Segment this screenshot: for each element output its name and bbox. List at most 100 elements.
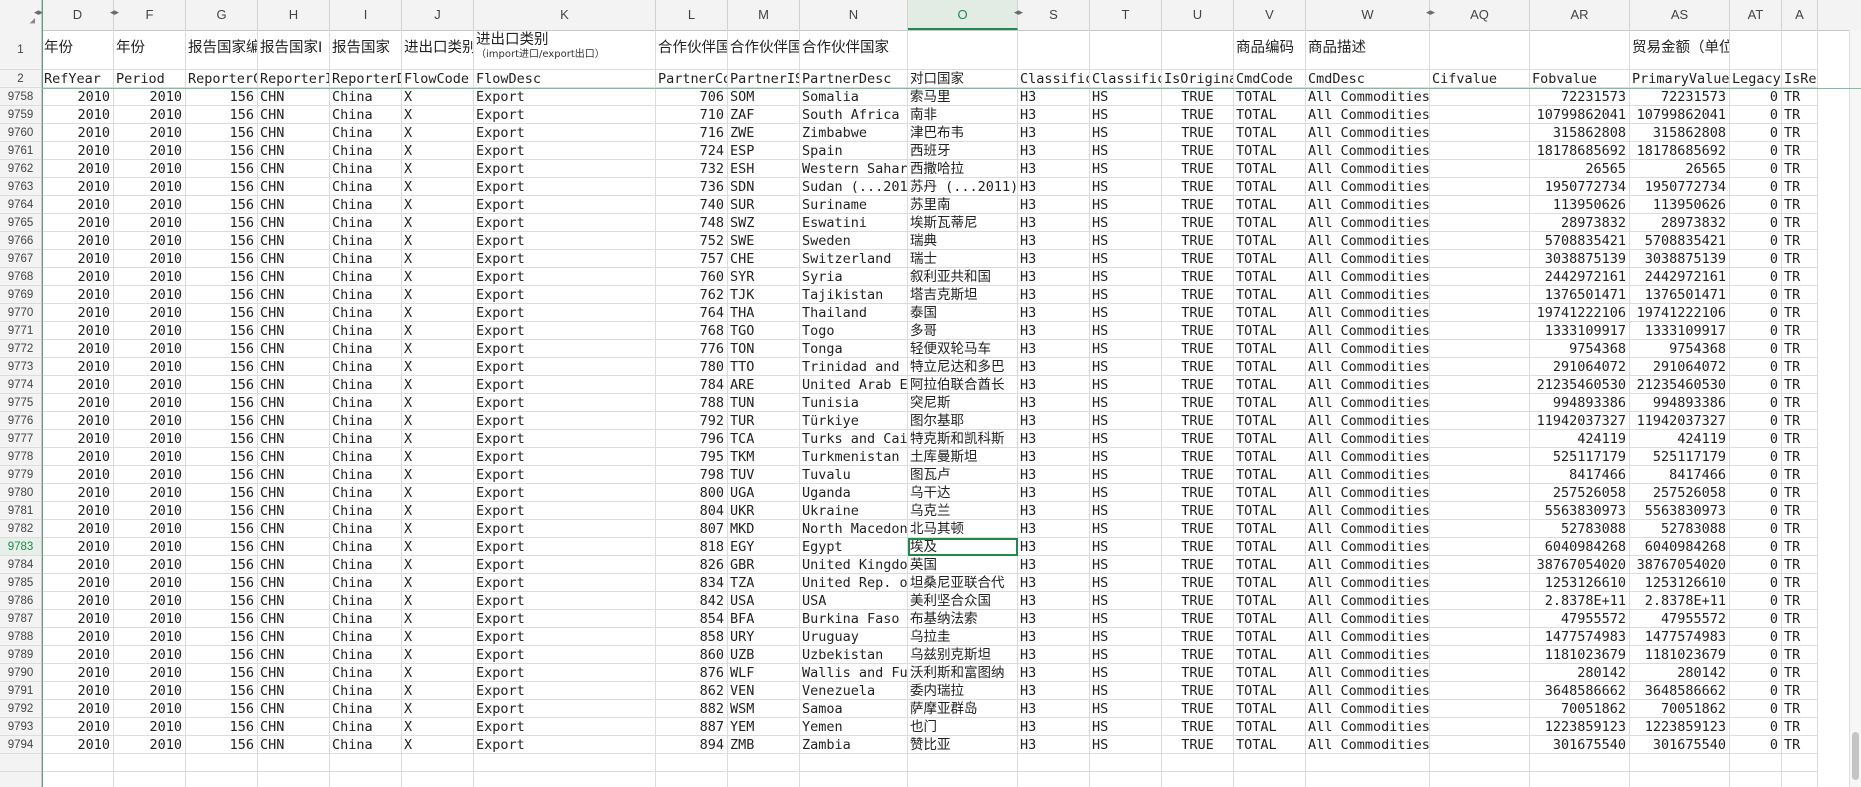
cell-w[interactable]: All Commodities xyxy=(1306,592,1430,610)
cell-as[interactable]: 1477574983 xyxy=(1630,628,1730,646)
cell-d[interactable]: 2010 xyxy=(42,466,114,484)
cell-ar[interactable]: 3648586662 xyxy=(1530,682,1630,700)
cell-s[interactable]: H3 xyxy=(1018,142,1090,160)
cell-aq[interactable] xyxy=(1430,574,1530,592)
cell-s[interactable]: H3 xyxy=(1018,574,1090,592)
cell-f[interactable]: Period xyxy=(114,70,186,88)
cell-at[interactable]: 0 xyxy=(1730,394,1782,412)
cell-ar[interactable]: 5563830973 xyxy=(1530,502,1630,520)
cell-w[interactable]: All Commodities xyxy=(1306,610,1430,628)
cell-t[interactable]: HS xyxy=(1090,358,1162,376)
cell-h[interactable]: CHN xyxy=(258,574,330,592)
cell-a[interactable]: TR xyxy=(1782,412,1818,430)
row-header[interactable]: 9794 xyxy=(0,736,42,754)
cell-d[interactable]: 年份 xyxy=(42,30,114,70)
cell-f[interactable]: 2010 xyxy=(114,88,186,106)
cell-l[interactable]: 798 xyxy=(656,466,728,484)
cell-m[interactable]: PartnerIS xyxy=(728,70,800,88)
cell-ar[interactable]: 72231573 xyxy=(1530,88,1630,106)
cell-ar[interactable]: 21235460530 xyxy=(1530,376,1630,394)
cell-h[interactable]: CHN xyxy=(258,304,330,322)
cell-m[interactable]: WSM xyxy=(728,700,800,718)
cell-n[interactable]: Switzerland xyxy=(800,250,908,268)
cell-aq[interactable] xyxy=(1430,700,1530,718)
cell-s[interactable]: H3 xyxy=(1018,304,1090,322)
cell-j[interactable]: X xyxy=(402,682,474,700)
cell-o[interactable]: 南非 xyxy=(908,106,1018,124)
cell-l[interactable]: 740 xyxy=(656,196,728,214)
cell-l[interactable]: 834 xyxy=(656,574,728,592)
cell-at[interactable]: 0 xyxy=(1730,538,1782,556)
cell-t[interactable]: HS xyxy=(1090,682,1162,700)
cell-w[interactable]: All Commodities xyxy=(1306,304,1430,322)
cell-u[interactable]: TRUE xyxy=(1162,214,1234,232)
column-header-d[interactable]: D xyxy=(42,0,114,30)
cell-i[interactable]: China xyxy=(330,466,402,484)
cell-f[interactable]: 2010 xyxy=(114,340,186,358)
cell-ar[interactable]: 18178685692 xyxy=(1530,142,1630,160)
cell-as[interactable]: 28973832 xyxy=(1630,214,1730,232)
cell-f[interactable]: 2010 xyxy=(114,610,186,628)
cell-at[interactable]: 0 xyxy=(1730,286,1782,304)
cell-v[interactable]: TOTAL xyxy=(1234,196,1306,214)
cell-o[interactable]: 美利坚合众国 xyxy=(908,592,1018,610)
row-header[interactable]: 9788 xyxy=(0,628,42,646)
cell-ar[interactable]: 525117179 xyxy=(1530,448,1630,466)
column-header-l[interactable]: L xyxy=(656,0,728,30)
cell-s[interactable]: H3 xyxy=(1018,358,1090,376)
cell-a[interactable]: TR xyxy=(1782,196,1818,214)
cell-o[interactable]: 乌克兰 xyxy=(908,502,1018,520)
cell-n[interactable]: Zimbabwe xyxy=(800,124,908,142)
cell-f[interactable]: 2010 xyxy=(114,664,186,682)
cell-l[interactable]: 710 xyxy=(656,106,728,124)
cell-n[interactable]: Uzbekistan xyxy=(800,646,908,664)
cell-at[interactable]: 0 xyxy=(1730,160,1782,178)
cell-aq[interactable] xyxy=(1430,538,1530,556)
cell-w[interactable]: All Commodities xyxy=(1306,322,1430,340)
cell-l[interactable]: 887 xyxy=(656,718,728,736)
cell-j[interactable]: X xyxy=(402,718,474,736)
cell-v[interactable]: TOTAL xyxy=(1234,178,1306,196)
cell-f[interactable]: 2010 xyxy=(114,430,186,448)
cell-t[interactable]: HS xyxy=(1090,664,1162,682)
column-header-h[interactable]: H xyxy=(258,0,330,30)
cell-m[interactable]: USA xyxy=(728,592,800,610)
cell-empty[interactable] xyxy=(1530,772,1630,787)
cell-m[interactable]: VEN xyxy=(728,682,800,700)
cell-g[interactable]: 156 xyxy=(186,124,258,142)
cell-as[interactable]: 10799862041 xyxy=(1630,106,1730,124)
cell-at[interactable]: 0 xyxy=(1730,484,1782,502)
cell-o[interactable]: 委内瑞拉 xyxy=(908,682,1018,700)
cell-ar[interactable]: 6040984268 xyxy=(1530,538,1630,556)
cell-m[interactable]: URY xyxy=(728,628,800,646)
cell-v[interactable]: TOTAL xyxy=(1234,286,1306,304)
cell-at[interactable]: 0 xyxy=(1730,358,1782,376)
cell-v[interactable]: TOTAL xyxy=(1234,358,1306,376)
row-header[interactable]: 9791 xyxy=(0,682,42,700)
cell-s[interactable]: H3 xyxy=(1018,718,1090,736)
cell-n[interactable]: Sweden xyxy=(800,232,908,250)
cell-a[interactable]: TR xyxy=(1782,142,1818,160)
cell-k[interactable]: Export xyxy=(474,196,656,214)
cell-ar[interactable]: 5708835421 xyxy=(1530,232,1630,250)
cell-o[interactable]: 叙利亚共和国 xyxy=(908,268,1018,286)
cell-n[interactable]: Sudan (...201 xyxy=(800,178,908,196)
cell-w[interactable]: All Commodities xyxy=(1306,394,1430,412)
cell-u[interactable]: TRUE xyxy=(1162,232,1234,250)
cell-empty[interactable] xyxy=(728,754,800,772)
cell-t[interactable] xyxy=(1090,30,1162,70)
cell-at[interactable]: 0 xyxy=(1730,646,1782,664)
cell-j[interactable]: X xyxy=(402,484,474,502)
cell-i[interactable]: China xyxy=(330,520,402,538)
cell-aq[interactable] xyxy=(1430,664,1530,682)
cell-s[interactable]: H3 xyxy=(1018,412,1090,430)
cell-w[interactable]: All Commodities xyxy=(1306,232,1430,250)
cell-m[interactable]: UGA xyxy=(728,484,800,502)
cell-h[interactable]: CHN xyxy=(258,664,330,682)
cell-aq[interactable] xyxy=(1430,358,1530,376)
cell-f[interactable]: 2010 xyxy=(114,520,186,538)
column-header-j[interactable]: J xyxy=(402,0,474,30)
cell-a[interactable]: TR xyxy=(1782,286,1818,304)
cell-t[interactable]: HS xyxy=(1090,718,1162,736)
row-header[interactable]: 9768 xyxy=(0,268,42,286)
